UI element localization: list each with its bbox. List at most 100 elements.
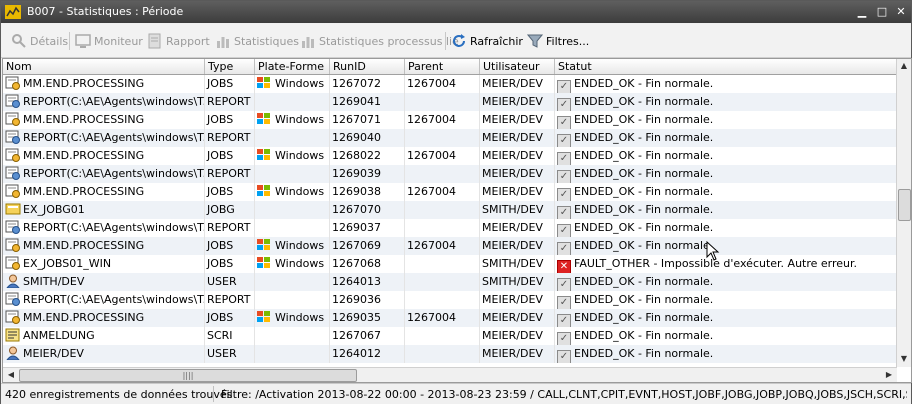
cell-text: MM.END.PROCESSING — [23, 77, 145, 90]
cell-type: JOBS — [205, 75, 255, 93]
cell-status: ✓ ENDED_OK - Fin normale. — [555, 129, 897, 147]
ok-status-icon: ✓ — [557, 170, 571, 183]
scroll-down-icon[interactable]: ▼ — [898, 353, 910, 365]
horizontal-scrollbar[interactable]: ◀ |||| ▶ — [3, 367, 897, 382]
cell-text: ENDED_OK - Fin normale. — [574, 203, 714, 216]
column-header-runid[interactable]: RunID — [330, 59, 405, 74]
cell-status: ✓ ENDED_OK - Fin normale. — [555, 75, 897, 93]
horizontal-scroll-thumb[interactable]: |||| — [19, 369, 357, 382]
cell-parent: 1267004 — [405, 147, 480, 165]
table-row[interactable]: MM.END.PROCESSING JOBS Windows 1268022 12670… — [3, 147, 897, 165]
cell-parent — [405, 129, 480, 147]
cell-parent — [405, 219, 480, 237]
job-icon — [5, 76, 21, 90]
cell-user: SMITH/DEV — [480, 255, 555, 273]
statistics-button[interactable]: Statistiques — [215, 32, 299, 50]
cell-text: 1269039 — [332, 167, 381, 180]
cell-text: 1267004 — [407, 149, 456, 162]
cell-parent: 1267004 — [405, 183, 480, 201]
cell-user: SMITH/DEV — [480, 273, 555, 291]
column-header-parent[interactable]: Parent — [405, 59, 480, 74]
vertical-scroll-thumb[interactable] — [898, 189, 911, 221]
cell-text: ENDED_OK - Fin normale. — [574, 329, 714, 342]
cell-runid: 1268022 — [330, 147, 405, 165]
cell-text: 1267004 — [407, 239, 456, 252]
table-row[interactable]: MM.END.PROCESSING JOBS Windows 1267072 12670… — [3, 75, 897, 93]
table-row[interactable]: MEIER/DEV USER 1264012 MEIER/DEV ✓ ENDED_OK -… — [3, 345, 897, 363]
minimize-icon[interactable]: ▁ — [855, 5, 869, 19]
cell-user: SMITH/DEV — [480, 201, 555, 219]
scroll-right-icon[interactable]: ▶ — [883, 369, 895, 381]
close-icon[interactable]: ✕ — [894, 5, 908, 19]
cell-text: ENDED_OK - Fin normale. — [574, 77, 714, 90]
cell-name: MM.END.PROCESSING — [3, 75, 205, 93]
table-row[interactable]: EX_JOBS01_WIN JOBS Windows 1267068 SMITH/DEV… — [3, 255, 897, 273]
ok-status-icon: ✓ — [557, 296, 571, 309]
mouse-cursor-icon — [706, 241, 720, 261]
table-row[interactable]: REPORT(C:\AE\Agents\windows\T... REPORT 12… — [3, 93, 897, 111]
filters-label: Filtres... — [546, 34, 590, 48]
cell-text: SMITH/DEV — [482, 275, 544, 288]
cell-platform: Windows — [255, 75, 330, 93]
cell-parent — [405, 201, 480, 219]
cell-user: MEIER/DEV — [480, 327, 555, 345]
column-header-status[interactable]: Statut — [555, 59, 897, 74]
statistics-table: Nom Type Plate-Forme RunID Parent Utilis… — [2, 58, 912, 383]
table-row[interactable]: MM.END.PROCESSING JOBS Windows 1269038 12670… — [3, 183, 897, 201]
column-header-name[interactable]: Nom — [3, 59, 205, 74]
cell-platform — [255, 129, 330, 147]
cell-text: 1269036 — [332, 293, 381, 306]
user-icon — [5, 274, 21, 289]
table-row[interactable]: MM.END.PROCESSING JOBS Windows 1267071 12670… — [3, 111, 897, 129]
details-button[interactable]: Détails — [11, 32, 68, 50]
windows-logo-icon — [257, 311, 270, 322]
table-row[interactable]: REPORT(C:\AE\Agents\windows\T... REPORT 12… — [3, 219, 897, 237]
cell-platform — [255, 165, 330, 183]
table-row[interactable]: REPORT(C:\AE\Agents\windows\T... REPORT 12… — [3, 291, 897, 309]
table-row[interactable]: REPORT(C:\AE\Agents\windows\T... REPORT 12… — [3, 129, 897, 147]
cell-text: REPORT — [207, 131, 251, 144]
cell-name: REPORT(C:\AE\Agents\windows\T... — [3, 165, 205, 183]
filters-button[interactable]: Filtres... — [527, 32, 589, 50]
cell-text: SMITH/DEV — [482, 257, 544, 270]
cell-text: MEIER/DEV — [482, 77, 543, 90]
cell-type: JOBS — [205, 147, 255, 165]
statistics-window: B007 - Statistiques : Période ▁ □ ✕ Déta… — [0, 0, 912, 404]
cell-runid: 1269039 — [330, 165, 405, 183]
table-row[interactable]: EX_JOBG01 JOBG 1267070 SMITH/DEV ✓ ENDED_OK -… — [3, 201, 897, 219]
vertical-scrollbar[interactable]: ▲ ▼ — [896, 59, 911, 367]
column-header-type[interactable]: Type — [205, 59, 255, 74]
maximize-icon[interactable]: □ — [875, 5, 889, 19]
title-bar[interactable]: B007 - Statistiques : Période ▁ □ ✕ — [1, 1, 911, 23]
table-row[interactable]: MM.END.PROCESSING JOBS Windows 1267069 12670… — [3, 237, 897, 255]
report-button[interactable]: Rapport — [147, 32, 210, 50]
monitor-button[interactable]: Moniteur — [75, 32, 143, 50]
scroll-up-icon[interactable]: ▲ — [898, 60, 910, 72]
column-header-user[interactable]: Utilisateur — [480, 59, 555, 74]
cell-text: ENDED_OK - Fin normale. — [574, 113, 714, 126]
cell-parent — [405, 291, 480, 309]
cell-status: ✓ ENDED_OK - Fin normale. — [555, 309, 897, 327]
cell-text: 1264013 — [332, 275, 381, 288]
table-row[interactable]: ANMELDUNG SCRI 1267067 MEIER/DEV ✓ ENDED_OK -… — [3, 327, 897, 345]
cell-text: Windows — [275, 185, 325, 198]
process-statistics-button[interactable]: Statistiques processus lié — [300, 32, 459, 50]
table-row[interactable]: SMITH/DEV USER 1264013 SMITH/DEV ✓ ENDED_OK -… — [3, 273, 897, 291]
cell-text: SMITH/DEV — [23, 275, 85, 288]
scroll-left-icon[interactable]: ◀ — [5, 369, 17, 381]
cell-text: 1267070 — [332, 203, 381, 216]
cell-user: MEIER/DEV — [480, 111, 555, 129]
table-row[interactable]: MM.END.PROCESSING JOBS Windows 1269035 12670… — [3, 309, 897, 327]
column-header-platform[interactable]: Plate-Forme — [255, 59, 330, 74]
windows-logo-icon — [257, 113, 270, 124]
cell-text: JOBS — [207, 77, 234, 90]
table-row[interactable]: REPORT(C:\AE\Agents\windows\T... REPORT 12… — [3, 165, 897, 183]
cell-platform — [255, 327, 330, 345]
cell-text: MEIER/DEV — [482, 221, 543, 234]
statistics-icon — [217, 37, 229, 48]
cell-status: ✓ ENDED_OK - Fin normale. — [555, 345, 897, 363]
cell-text: MM.END.PROCESSING — [23, 311, 145, 324]
cell-text: 1268022 — [332, 149, 381, 162]
refresh-button[interactable]: Rafraîchir — [451, 32, 523, 50]
cell-text: JOBS — [207, 185, 234, 198]
